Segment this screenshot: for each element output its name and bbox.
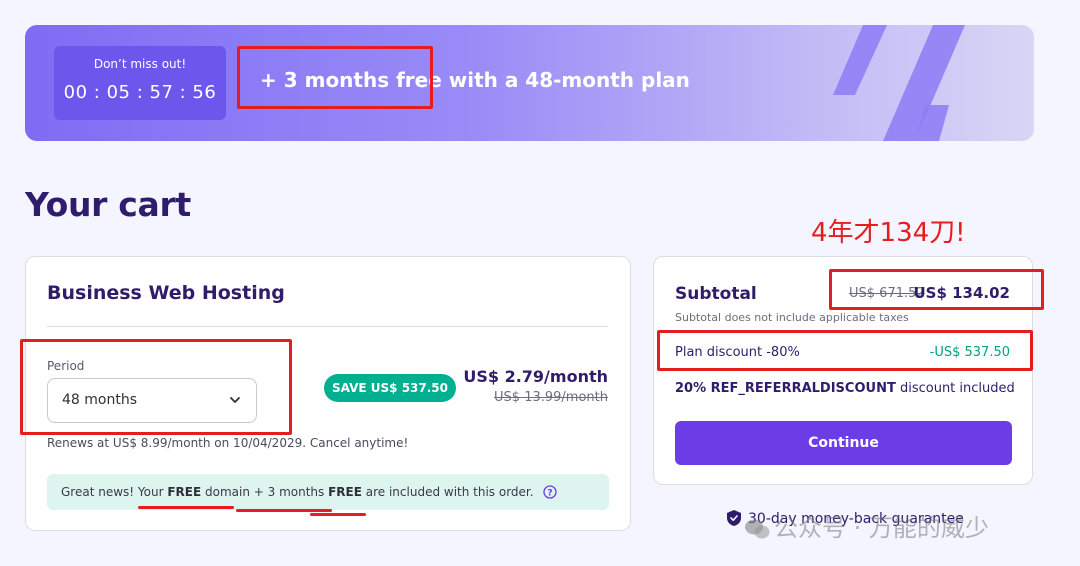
help-icon[interactable]: ? xyxy=(543,485,558,499)
underline-free xyxy=(310,513,366,516)
product-title: Business Web Hosting xyxy=(47,282,285,304)
countdown-timer: Don’t miss out! 00 : 05 : 57 : 56 xyxy=(54,46,226,120)
notice-text: Great news! Your xyxy=(61,485,168,499)
highlight-period xyxy=(20,339,292,435)
notice-text-3: are included with this order. xyxy=(361,485,534,499)
referral-discount: 20% REF_REFERRALDISCOUNT discount includ… xyxy=(675,381,1015,396)
notice-free-1: FREE xyxy=(167,485,202,499)
svg-text:?: ? xyxy=(548,489,553,499)
referral-suffix: discount included xyxy=(895,381,1015,396)
underline-free-domain xyxy=(138,506,234,509)
notice-text-2: domain + 3 months xyxy=(201,485,329,499)
original-price: US$ 13.99/month xyxy=(494,390,608,405)
save-badge: SAVE US$ 537.50 xyxy=(324,374,456,402)
continue-button[interactable]: Continue xyxy=(675,421,1012,465)
countdown-time: 00 : 05 : 57 : 56 xyxy=(63,82,217,103)
watermark: 公众号 · 万能的威少 xyxy=(744,508,989,543)
countdown-label: Don’t miss out! xyxy=(93,57,187,71)
promo-banner: Don’t miss out! 00 : 05 : 57 : 56 + 3 mo… xyxy=(25,25,1034,141)
renewal-note: Renews at US$ 8.99/month on 10/04/2029. … xyxy=(47,436,409,450)
highlight-discount xyxy=(657,330,1033,371)
watermark-text: 公众号 · 万能的威少 xyxy=(774,514,989,542)
shield-check-icon xyxy=(727,510,741,526)
referral-code: 20% REF_REFERRALDISCOUNT xyxy=(675,381,896,396)
tax-note: Subtotal does not include applicable tax… xyxy=(675,311,909,324)
notice-free-2: FREE xyxy=(328,485,362,499)
highlight-subtotal xyxy=(829,269,1044,310)
page-title: Your cart xyxy=(25,185,191,224)
subtotal-label: Subtotal xyxy=(675,284,757,304)
price-annotation: 4年才134刀! xyxy=(811,218,966,248)
wechat-icon xyxy=(745,519,770,539)
highlight-promo xyxy=(237,46,433,109)
underline-free-months xyxy=(236,509,332,512)
percent-icon xyxy=(833,25,965,141)
free-domain-notice: Great news! Your FREE domain + 3 months … xyxy=(47,474,609,510)
divider xyxy=(47,326,608,327)
price-per-month: US$ 2.79/month xyxy=(463,367,608,386)
